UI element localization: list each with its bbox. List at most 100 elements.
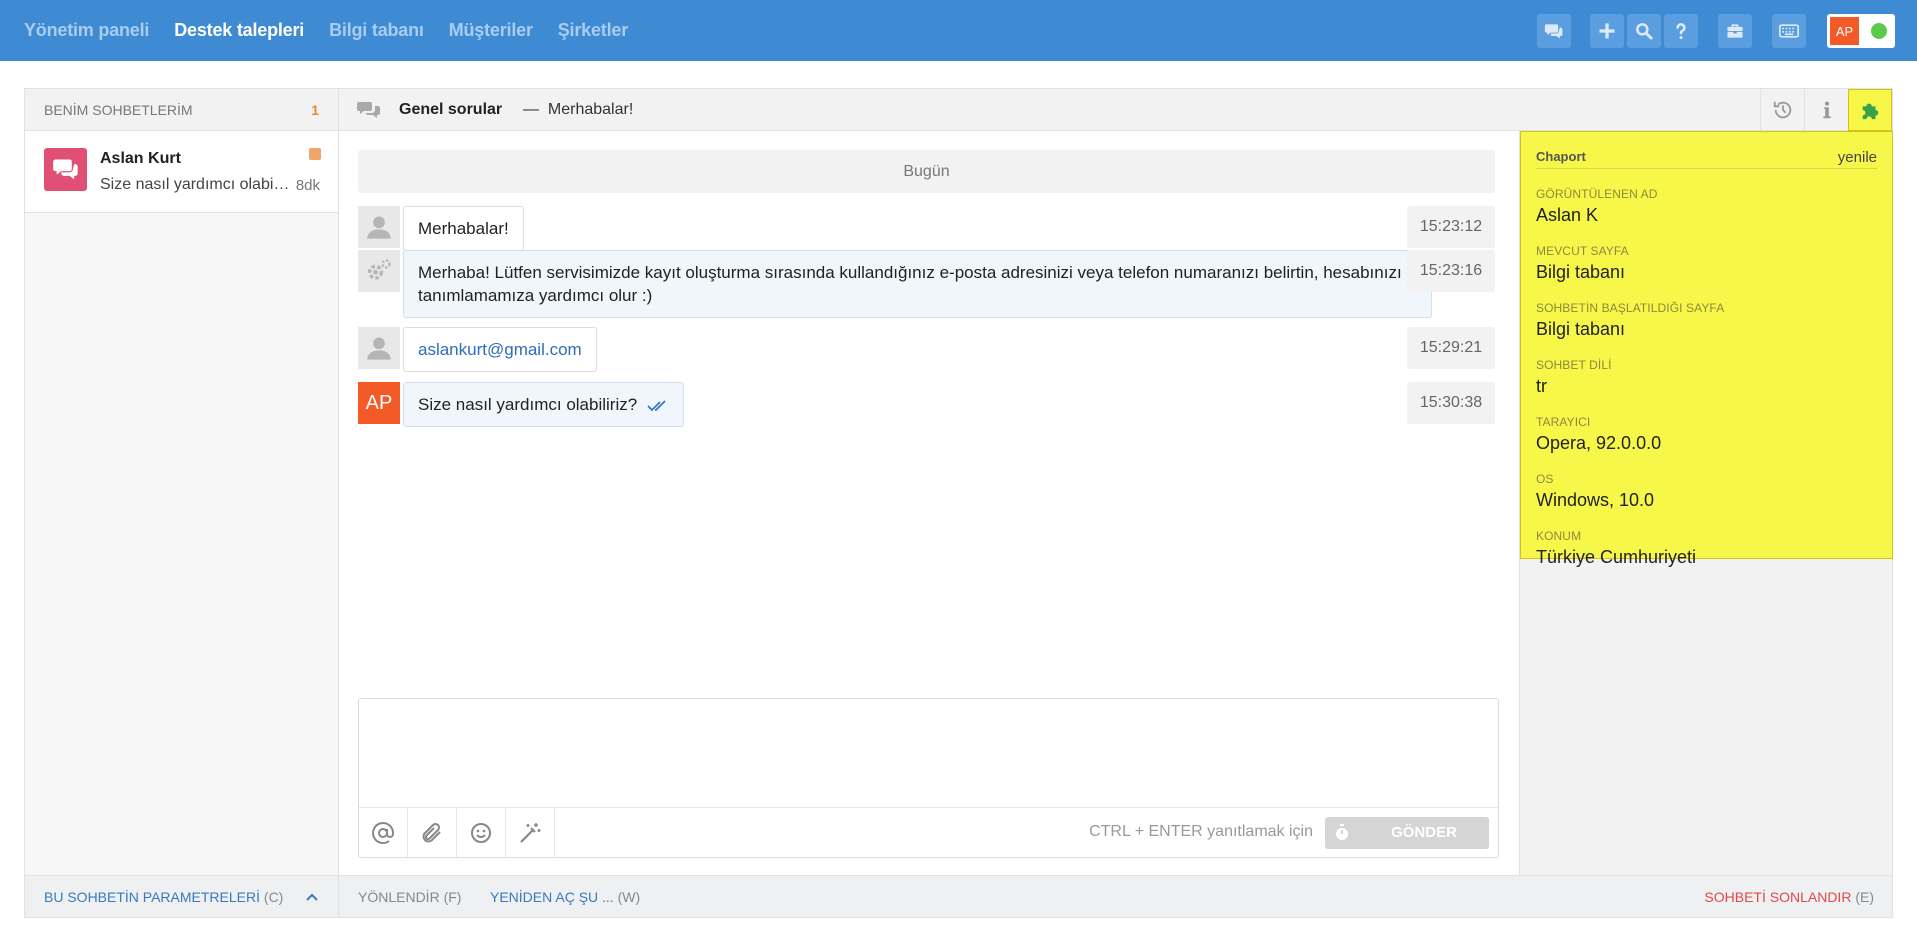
workspace: BENİM SOHBETLERİM 1 Aslan Kurt Size nası… [24,88,1893,918]
message-bubble: Size nasıl yardımcı olabiliriz? [403,382,685,427]
message-email-link[interactable]: aslankurt@gmail.com [403,327,597,372]
redirect-button[interactable]: YÖNLENDİR (F) [358,889,461,905]
help-button[interactable] [1664,14,1698,48]
user-menu[interactable]: AP [1827,14,1895,48]
message-time: 15:29:21 [1407,327,1495,369]
info-field-label: SOHBETİN BAŞLATILDIĞI SAYFA [1536,301,1725,315]
info-field-value: Türkiye Cumhuriyeti [1536,547,1697,567]
info-field-value: Windows, 10.0 [1536,490,1655,510]
history-icon [1773,101,1791,119]
nav-dashboard[interactable]: Yönetim paneli [24,20,149,41]
at-sign-icon [372,821,394,844]
toolbox-button[interactable] [1718,14,1752,48]
info-field: KONUM Türkiye Cumhuriyeti [1536,529,1877,568]
chat-avatar [44,148,87,191]
plus-icon [1599,23,1615,39]
chat-bubbles-icon [52,159,78,179]
message-bubble: Merhaba! Lütfen servisimizde kayıt oluşt… [403,250,1432,318]
question-icon [1676,23,1686,40]
info-field-label: GÖRÜNTÜLENEN AD [1536,187,1658,201]
reply-composer: CTRL + ENTER yanıtlamak için GÖNDER [358,698,1499,858]
chat-bubbles-icon [357,102,380,118]
day-separator: Bugün [358,150,1495,193]
end-chat-button[interactable]: SOHBETİ SONLANDIR (E) [1704,889,1874,905]
info-field: OS Windows, 10.0 [1536,472,1877,511]
nav-knowledge-base[interactable]: Bilgi tabanı [329,20,424,41]
online-status-indicator [1871,23,1887,39]
user-avatar: AP [1830,17,1859,45]
chat-status-badge [309,148,321,160]
paperclip-icon [422,822,441,842]
info-icon [1822,101,1831,119]
chat-subject: — Merhabalar! [523,101,634,118]
info-field-label: OS [1536,472,1554,486]
agent-avatar: AP [358,382,400,424]
nav-companies[interactable]: Şirketler [558,20,628,41]
add-button[interactable] [1590,14,1624,48]
user-silhouette-icon [367,337,391,360]
refresh-link[interactable]: yenile [1838,149,1877,168]
chat-list-title: BENİM SOHBETLERİM [44,101,193,118]
visitor-avatar [358,206,400,248]
nav-tickets[interactable]: Destek talepleri [174,20,304,41]
smiley-icon [471,822,491,843]
send-shortcut-hint: CTRL + ENTER yanıtlamak için [1089,823,1313,840]
info-field-value: Aslan K [1536,205,1599,225]
info-field-label: KONUM [1536,529,1582,543]
attach-file-button[interactable] [408,808,457,857]
composer-toolbar: CTRL + ENTER yanıtlamak için GÖNDER [359,807,1498,857]
keyboard-button[interactable] [1772,14,1806,48]
main-nav: Yönetim paneli Destek talepleri Bilgi ta… [24,0,653,61]
mention-button[interactable] [359,808,408,857]
chat-visitor-name: Aslan Kurt [100,150,181,167]
magic-wand-icon [520,822,541,843]
user-silhouette-icon [367,216,391,239]
visitor-avatar [358,327,400,369]
keyboard-icon [1779,24,1799,38]
history-button[interactable] [1760,89,1804,131]
chat-bubbles-icon [1544,24,1563,39]
search-button[interactable] [1627,14,1661,48]
info-field-label: TARAYICI [1536,415,1591,429]
chat-parameters-label: BU SOHBETİN PARAMETRELERİ (C) [44,888,284,905]
chevron-up-icon [306,893,318,901]
chats-button[interactable] [1537,14,1571,48]
reply-textarea[interactable] [359,699,1498,807]
chat-list-header: BENİM SOHBETLERİM 1 [25,89,338,131]
message-time: 15:23:16 [1407,250,1495,292]
info-field-label: MEVCUT SAYFA [1536,244,1629,258]
nav-customers[interactable]: Müşteriler [449,20,533,41]
integrations-button[interactable] [1848,89,1892,131]
message-bubble: Merhabalar! [403,206,524,251]
puzzle-icon [1862,103,1879,120]
integration-name: Chaport [1536,149,1586,164]
info-field: SOHBET DİLİ tr [1536,358,1877,397]
chat-list-item[interactable]: Aslan Kurt Size nasıl yardımcı olabiliri… [25,131,338,213]
send-button[interactable]: GÖNDER [1359,817,1489,849]
chat-list-panel: BENİM SOHBETLERİM 1 Aslan Kurt Size nası… [25,89,339,917]
info-field-value: Bilgi tabanı [1536,262,1626,282]
double-check-icon [647,399,666,411]
info-field-value: tr [1536,376,1547,396]
reopen-button[interactable]: YENİDEN AÇ ŞU ... (W) [490,889,640,905]
info-button[interactable] [1804,89,1848,131]
saved-replies-button[interactable] [506,808,555,857]
info-card-header: Chaport yenile [1536,149,1877,169]
message-time: 15:30:38 [1407,382,1495,424]
delayed-send-button[interactable] [1325,817,1359,849]
chat-topic: Genel sorular [399,101,503,118]
info-field: MEVCUT SAYFA Bilgi tabanı [1536,244,1877,283]
message-time: 15:23:12 [1407,206,1495,248]
chat-parameters-toggle[interactable]: BU SOHBETİN PARAMETRELERİ (C) [25,875,338,917]
info-field-value: Bilgi tabanı [1536,319,1626,339]
chat-count-badge: 1 [311,101,319,118]
chat-actions-bar: YÖNLENDİR (F) YENİDEN AÇ ŞU ... (W) SOHB… [339,875,1892,917]
stopwatch-icon [1336,824,1348,840]
emoji-button[interactable] [457,808,506,857]
briefcase-icon [1727,24,1743,38]
top-bar: Yönetim paneli Destek talepleri Bilgi ta… [0,0,1917,61]
chat-last-message: Size nasıl yardımcı olabiliriz? [100,176,290,193]
chat-header: Genel sorular — Merhabalar! [339,89,1892,131]
gears-icon [367,259,391,280]
info-field-value: Opera, 92.0.0.0 [1536,433,1662,453]
